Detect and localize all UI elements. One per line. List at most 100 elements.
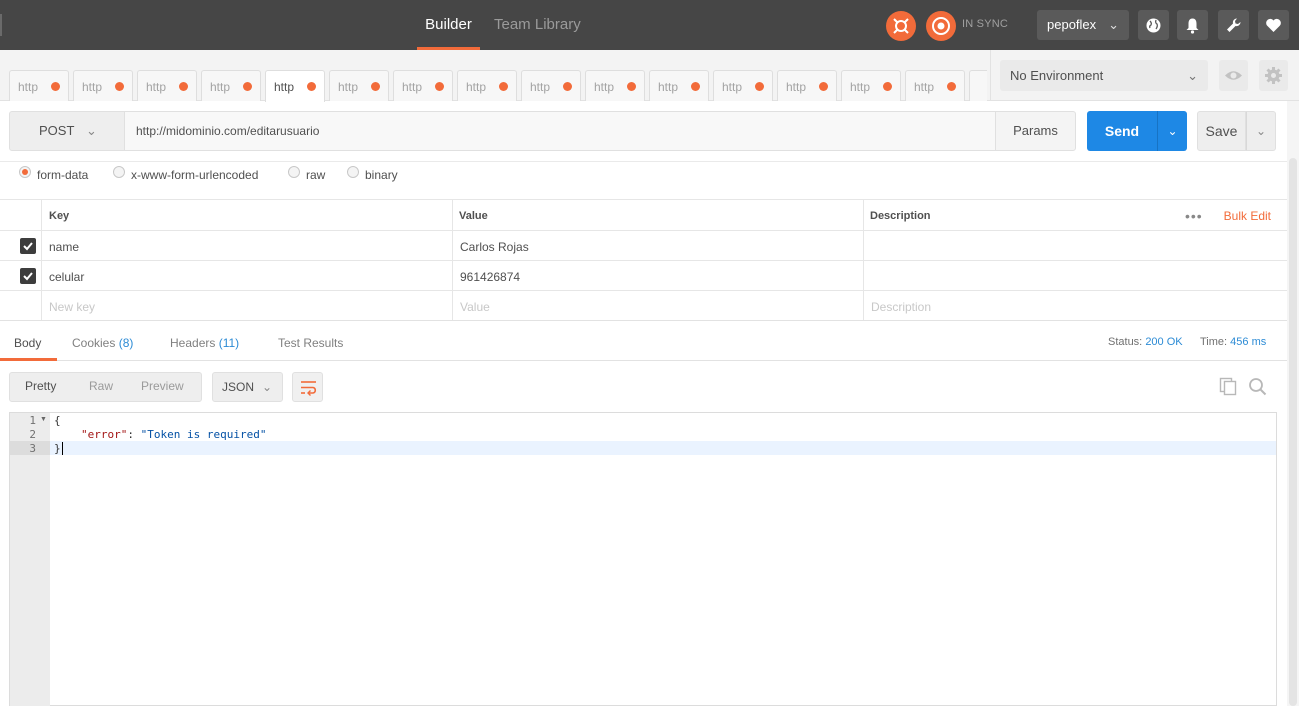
request-tab-label: http bbox=[402, 80, 423, 94]
copy-icon[interactable] bbox=[1219, 377, 1238, 396]
request-tab[interactable]: http bbox=[137, 70, 197, 101]
request-tab[interactable]: http bbox=[841, 70, 901, 101]
request-tab[interactable]: http bbox=[393, 70, 453, 101]
bulk-edit-link[interactable]: Bulk Edit bbox=[1224, 209, 1271, 223]
send-button[interactable]: Send bbox=[1087, 111, 1157, 151]
new-value-cell[interactable]: Value bbox=[452, 291, 863, 320]
tab-team-library[interactable]: Team Library bbox=[494, 0, 581, 50]
notifications-button[interactable] bbox=[1177, 10, 1208, 40]
method-select[interactable]: POST ⌄ bbox=[9, 111, 125, 151]
request-tab[interactable]: http bbox=[713, 70, 773, 101]
json-colon: : bbox=[127, 428, 141, 441]
key-cell[interactable]: name bbox=[41, 231, 452, 260]
save-button[interactable]: Save bbox=[1197, 111, 1246, 151]
wrap-lines-button[interactable] bbox=[292, 372, 323, 402]
globe-icon bbox=[1146, 18, 1161, 33]
description-cell[interactable] bbox=[863, 261, 1287, 290]
request-tab[interactable]: http bbox=[521, 70, 581, 101]
request-tab-overflow[interactable] bbox=[969, 70, 987, 101]
tab-response-body[interactable]: Body bbox=[14, 336, 41, 350]
tab-builder-label: Builder bbox=[425, 16, 472, 33]
view-raw-button[interactable]: Raw bbox=[89, 379, 113, 393]
url-input[interactable]: http://midominio.com/editarusuario bbox=[125, 111, 996, 151]
unsaved-dot-icon[interactable] bbox=[947, 82, 956, 91]
radio-icon bbox=[288, 166, 300, 178]
request-tab-label: http bbox=[850, 80, 871, 94]
sync-icon[interactable] bbox=[926, 11, 956, 41]
environment-selected: No Environment bbox=[1010, 68, 1104, 83]
environment-select[interactable]: No Environment ⌄ bbox=[1000, 60, 1208, 91]
unsaved-dot-icon[interactable] bbox=[179, 82, 188, 91]
tab-test-results[interactable]: Test Results bbox=[278, 336, 343, 350]
header-cell: Key bbox=[41, 200, 452, 230]
value-cell[interactable]: Carlos Rojas bbox=[452, 231, 863, 260]
request-tab[interactable]: http bbox=[329, 70, 389, 101]
unsaved-dot-icon[interactable] bbox=[691, 82, 700, 91]
unsaved-dot-icon[interactable] bbox=[755, 82, 764, 91]
unsaved-dot-icon[interactable] bbox=[115, 82, 124, 91]
description-cell[interactable] bbox=[863, 231, 1287, 260]
row-enabled-checkbox[interactable] bbox=[20, 238, 36, 254]
eye-icon bbox=[1225, 71, 1242, 80]
request-tab[interactable]: http bbox=[265, 70, 325, 102]
tab-cookies[interactable]: Cookies (8) bbox=[72, 336, 133, 350]
line-number: 1 bbox=[29, 414, 36, 427]
view-preview-button[interactable]: Preview bbox=[141, 379, 184, 393]
new-value-placeholder: Value bbox=[460, 300, 490, 314]
globe-button[interactable] bbox=[1138, 10, 1169, 40]
radio-label: raw bbox=[306, 168, 326, 182]
request-tab[interactable]: http bbox=[73, 70, 133, 101]
row-key: name bbox=[49, 240, 80, 254]
row-value: 961426874 bbox=[460, 270, 521, 284]
settings-button[interactable] bbox=[1218, 10, 1249, 40]
unsaved-dot-icon[interactable] bbox=[51, 82, 60, 91]
unsaved-dot-icon[interactable] bbox=[435, 82, 444, 91]
unsaved-dot-icon[interactable] bbox=[819, 82, 828, 91]
sidebar-toggle-edge[interactable] bbox=[0, 14, 2, 36]
new-key-cell[interactable]: New key bbox=[41, 291, 452, 320]
new-description-placeholder: Description bbox=[871, 300, 932, 314]
unsaved-dot-icon[interactable] bbox=[627, 82, 636, 91]
tab-headers-label: Headers bbox=[170, 336, 216, 350]
sync-status: IN SYNC bbox=[962, 18, 1009, 30]
response-format-label: JSON bbox=[222, 380, 255, 394]
search-icon[interactable] bbox=[1248, 377, 1267, 396]
scrollbar-thumb[interactable] bbox=[1289, 158, 1297, 706]
unsaved-dot-icon[interactable] bbox=[307, 82, 316, 91]
unsaved-dot-icon[interactable] bbox=[883, 82, 892, 91]
unsaved-dot-icon[interactable] bbox=[499, 82, 508, 91]
favorites-button[interactable] bbox=[1258, 10, 1289, 40]
response-format-select[interactable]: JSON ⌄ bbox=[212, 372, 283, 402]
status-label: Status: bbox=[1108, 336, 1143, 348]
request-tab[interactable]: http bbox=[585, 70, 645, 101]
request-tab[interactable]: http bbox=[201, 70, 261, 101]
check-icon bbox=[23, 272, 33, 281]
new-description-cell[interactable]: Description bbox=[863, 291, 1287, 320]
tab-builder[interactable]: Builder bbox=[417, 0, 480, 50]
response-body-editor[interactable] bbox=[9, 412, 1277, 706]
request-tab[interactable]: http bbox=[777, 70, 837, 101]
request-tab[interactable]: http bbox=[905, 70, 965, 101]
row-enabled-checkbox[interactable] bbox=[20, 268, 36, 284]
request-tab[interactable]: http bbox=[9, 70, 69, 101]
view-pretty-button[interactable]: Pretty bbox=[25, 379, 56, 393]
interceptor-icon[interactable] bbox=[886, 11, 916, 41]
manage-environments-button[interactable] bbox=[1259, 60, 1288, 91]
params-button[interactable]: Params bbox=[995, 111, 1076, 151]
request-tab[interactable]: http bbox=[649, 70, 709, 101]
value-cell[interactable]: 961426874 bbox=[452, 261, 863, 290]
user-menu-button[interactable]: pepoflex ⌄ bbox=[1037, 10, 1129, 40]
request-tab[interactable]: http bbox=[457, 70, 517, 101]
unsaved-dot-icon[interactable] bbox=[563, 82, 572, 91]
tab-headers[interactable]: Headers (11) bbox=[170, 336, 239, 350]
key-cell[interactable]: celular bbox=[41, 261, 452, 290]
method-label: POST bbox=[39, 123, 75, 138]
environment-quick-look-button[interactable] bbox=[1219, 60, 1248, 91]
unsaved-dot-icon[interactable] bbox=[243, 82, 252, 91]
save-options-button[interactable]: ⌄ bbox=[1246, 111, 1276, 151]
send-options-button[interactable]: ⌄ bbox=[1157, 111, 1187, 151]
fold-arrow-icon[interactable]: ▼ bbox=[40, 416, 47, 423]
more-options-icon[interactable]: ••• bbox=[1185, 208, 1203, 224]
json-string: "Token is required" bbox=[140, 428, 267, 441]
unsaved-dot-icon[interactable] bbox=[371, 82, 380, 91]
